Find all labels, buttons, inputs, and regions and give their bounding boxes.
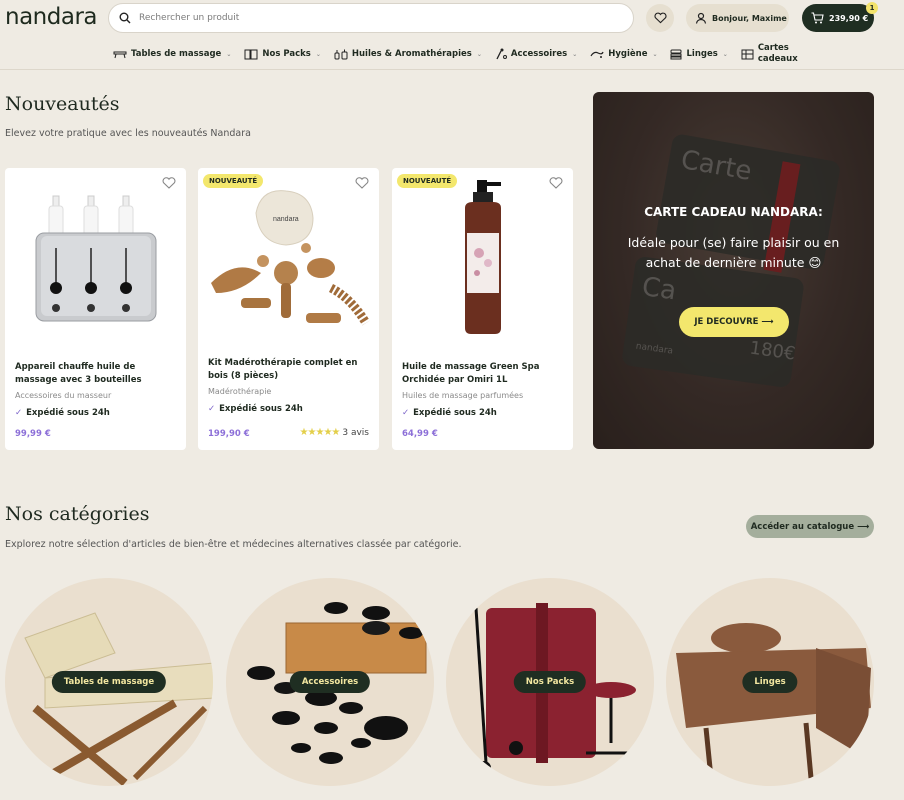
category-label[interactable]: Tables de massage (51, 671, 167, 693)
product-price: 64,99 € (402, 429, 438, 439)
user-icon (695, 12, 707, 24)
main-nav: Tables de massage ⌄ Nos Packs ⌄ Huiles & A… (113, 42, 798, 66)
heart-icon[interactable] (549, 177, 563, 189)
categories-subtitle: Explorez notre sélection d'articles de b… (5, 539, 462, 550)
category-linges[interactable]: Linges (666, 578, 874, 786)
product-card[interactable]: NOUVEAUTÉ Huile de massage Green Spa Orc… (392, 168, 573, 450)
product-image-oil-warmer[interactable] (5, 168, 186, 348)
gift-card-title: CARTE CADEAU NANDARA: (644, 205, 823, 219)
nav-item-cartes-cadeaux[interactable]: Cartes cadeaux (741, 43, 798, 65)
cart-count-badge: 1 (866, 2, 878, 14)
nav-item-linges[interactable]: Linges ⌄ (670, 49, 728, 60)
gift-card-banner[interactable]: Carte Ca 180€ nandara CARTE CADEAU NANDA… (593, 92, 874, 449)
product-card[interactable]: Appareil chauffe huile de massage avec 3… (5, 168, 186, 450)
product-image-maderotherapie[interactable]: nandara (198, 168, 379, 348)
shipping-info: ✓ Expédié sous 24h (402, 408, 497, 418)
oil-warmer-illustration (35, 195, 156, 322)
check-icon: ✓ (15, 408, 23, 418)
pouch-brand: nandara (273, 216, 299, 223)
gift-card-icon (741, 49, 754, 59)
oil-bottles-icon (334, 49, 348, 59)
rating-stars: ★★★★★ (299, 427, 341, 438)
search-bar[interactable] (108, 3, 634, 33)
heart-icon (653, 12, 667, 24)
nav-item-tables[interactable]: Tables de massage ⌄ (113, 49, 231, 59)
categories-title: Nos catégories (5, 503, 150, 525)
cart-total: 239,90 € (829, 13, 869, 23)
linen-icon (670, 49, 682, 59)
massage-table-icon (113, 51, 127, 59)
discover-button[interactable]: JE DECOUVRE ⟶ (679, 307, 789, 337)
product-category: Madérothérapie (208, 387, 272, 396)
check-icon: ✓ (402, 408, 410, 418)
review-count: 3 avis (342, 427, 369, 438)
product-image-massage-oil[interactable] (392, 168, 573, 348)
shipping-info: ✓ Expédié sous 24h (15, 408, 110, 418)
category-label[interactable]: Linges (742, 671, 798, 693)
product-category: Huiles de massage parfumées (402, 391, 524, 400)
hygiene-icon (590, 51, 604, 58)
category-tables[interactable]: Tables de massage (5, 578, 213, 786)
account-button[interactable]: Bonjour, Maxime (686, 4, 789, 32)
product-card[interactable]: nandara NOUVEAUTÉ Kit Madérothérapie com… (198, 168, 379, 450)
product-price: 99,99 € (15, 429, 51, 439)
nav-item-hygiene[interactable]: Hygiène ⌄ (590, 49, 657, 59)
check-icon: ✓ (208, 404, 216, 414)
shipping-info: ✓ Expédié sous 24h (208, 404, 303, 414)
category-label[interactable]: Accessoires (289, 671, 371, 693)
new-badge: NOUVEAUTÉ (397, 174, 458, 188)
product-title[interactable]: Kit Madérothérapie complet en bois (8 pi… (208, 357, 373, 383)
heart-icon[interactable] (355, 177, 369, 189)
product-title[interactable]: Huile de massage Green Spa Orchidée par … (402, 361, 567, 387)
chevron-down-icon: ⌄ (476, 50, 482, 58)
cart-icon (811, 12, 824, 24)
search-icon (119, 12, 131, 24)
cart-button[interactable]: 239,90 € (802, 4, 874, 32)
chevron-down-icon: ⌄ (652, 50, 658, 58)
category-packs[interactable]: Nos Packs (446, 578, 654, 786)
new-section-subtitle: Elevez votre pratique avec les nouveauté… (5, 128, 251, 139)
catalog-button[interactable]: Accéder au catalogue ⟶ (746, 515, 874, 538)
pack-icon (244, 49, 258, 59)
chevron-down-icon: ⌄ (315, 50, 321, 58)
oil-bottle-illustration (464, 180, 501, 334)
new-section-title: Nouveautés (5, 93, 120, 115)
nav-item-huiles[interactable]: Huiles & Aromathérapies ⌄ (334, 49, 482, 60)
category-accessoires[interactable]: Accessoires (226, 578, 434, 786)
chevron-down-icon: ⌄ (722, 50, 728, 58)
nav-item-accessoires[interactable]: Accessoires ⌄ (495, 48, 577, 60)
account-label: Bonjour, Maxime (712, 13, 787, 23)
product-price: 199,90 € (208, 429, 250, 439)
gift-card-text: Idéale pour (se) faire plaisir ou en ach… (627, 235, 840, 270)
wishlist-button[interactable] (646, 4, 674, 32)
product-title[interactable]: Appareil chauffe huile de massage avec 3… (15, 361, 180, 387)
product-rating[interactable]: ★★★★★ 3 avis (300, 427, 369, 438)
heart-icon[interactable] (162, 177, 176, 189)
nav-item-packs[interactable]: Nos Packs ⌄ (244, 49, 321, 60)
product-category: Accessoires du masseur (15, 391, 112, 400)
accessories-icon (496, 48, 507, 60)
chevron-down-icon: ⌄ (226, 50, 232, 58)
chevron-down-icon: ⌄ (572, 50, 578, 58)
new-badge: NOUVEAUTÉ (203, 174, 264, 188)
search-input[interactable] (139, 13, 619, 23)
category-label[interactable]: Nos Packs (513, 671, 587, 693)
site-header: nandara Bonjour, Maxime 239,90 € 1 Table… (0, 0, 904, 70)
wood-kit-illustration: nandara (211, 190, 370, 326)
logo[interactable]: nandara (5, 4, 98, 30)
